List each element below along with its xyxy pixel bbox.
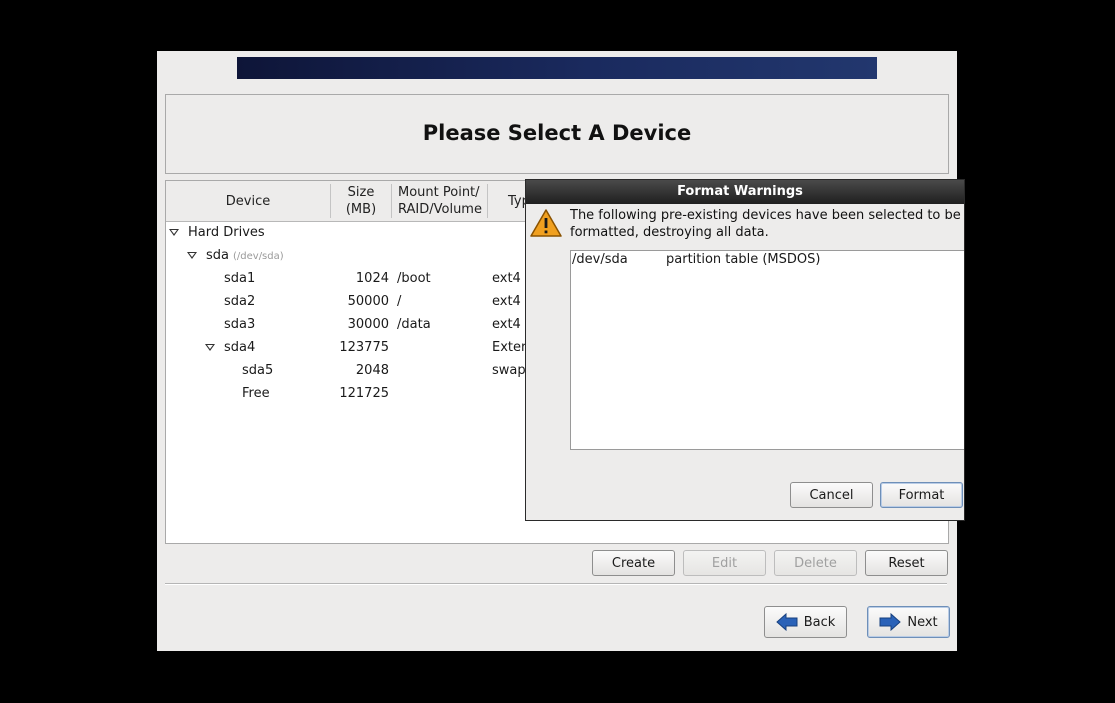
device-path-hint: (/dev/sda) xyxy=(233,251,284,262)
device-mount: /boot xyxy=(397,271,431,286)
reset-button[interactable]: Reset xyxy=(865,550,948,576)
device-type: Exter xyxy=(492,340,527,355)
device-name: Free xyxy=(242,386,270,401)
cancel-button[interactable]: Cancel xyxy=(790,482,873,508)
device-type: ext4 xyxy=(492,294,521,309)
arrow-left-icon xyxy=(775,613,798,631)
device-type: swap xyxy=(492,363,526,378)
device-size: 123775 xyxy=(339,340,389,355)
warning-icon xyxy=(530,209,562,237)
device-size: 1024 xyxy=(355,271,389,286)
dialog-message: The following pre-existing devices have … xyxy=(570,208,961,240)
edit-button[interactable]: Edit xyxy=(683,550,766,576)
device-name: sda (/dev/sda) xyxy=(206,248,284,263)
dialog-title-bar[interactable]: Format Warnings xyxy=(526,180,964,204)
next-button[interactable]: Next xyxy=(867,606,950,638)
list-item-description: partition table (MSDOS) xyxy=(666,252,821,267)
triangle-down-icon[interactable] xyxy=(169,229,179,236)
list-item-device: /dev/sda xyxy=(572,252,628,267)
device-size: 30000 xyxy=(347,317,389,332)
page-title: Please Select A Device xyxy=(422,121,692,145)
horizontal-separator xyxy=(165,583,947,585)
device-size: 2048 xyxy=(355,363,389,378)
device-name: sda2 xyxy=(224,294,256,309)
devices-to-format-list[interactable]: /dev/sda partition table (MSDOS) xyxy=(570,250,964,450)
installer-banner xyxy=(237,57,877,79)
dialog-title: Format Warnings xyxy=(677,184,803,199)
device-name: sda5 xyxy=(242,363,274,378)
header-box: Please Select A Device xyxy=(165,94,949,174)
column-separator xyxy=(391,184,392,218)
arrow-right-icon xyxy=(879,613,902,631)
column-separator xyxy=(487,184,488,218)
delete-button[interactable]: Delete xyxy=(774,550,857,576)
list-item[interactable]: /dev/sda partition table (MSDOS) xyxy=(571,251,964,271)
format-button[interactable]: Format xyxy=(880,482,963,508)
device-size: 121725 xyxy=(339,386,389,401)
column-header-size[interactable]: Size (MB) xyxy=(331,181,391,221)
back-button-label: Back xyxy=(803,614,836,630)
device-name: sda1 xyxy=(224,271,256,286)
create-button[interactable]: Create xyxy=(592,550,675,576)
device-size: 50000 xyxy=(347,294,389,309)
device-name: Hard Drives xyxy=(188,225,265,240)
triangle-down-icon[interactable] xyxy=(187,252,197,259)
column-header-device[interactable]: Device xyxy=(166,181,330,221)
triangle-down-icon[interactable] xyxy=(205,344,215,351)
device-type: ext4 xyxy=(492,271,521,286)
device-name: sda3 xyxy=(224,317,256,332)
device-type: ext4 xyxy=(492,317,521,332)
back-button[interactable]: Back xyxy=(764,606,847,638)
column-header-mount[interactable]: Mount Point/ RAID/Volume xyxy=(398,181,492,221)
device-name: sda4 xyxy=(224,340,256,355)
next-button-label: Next xyxy=(907,614,938,630)
format-warnings-dialog: Format Warnings The following pre-existi… xyxy=(525,179,965,521)
device-mount: /data xyxy=(397,317,431,332)
device-mount: / xyxy=(397,294,402,309)
